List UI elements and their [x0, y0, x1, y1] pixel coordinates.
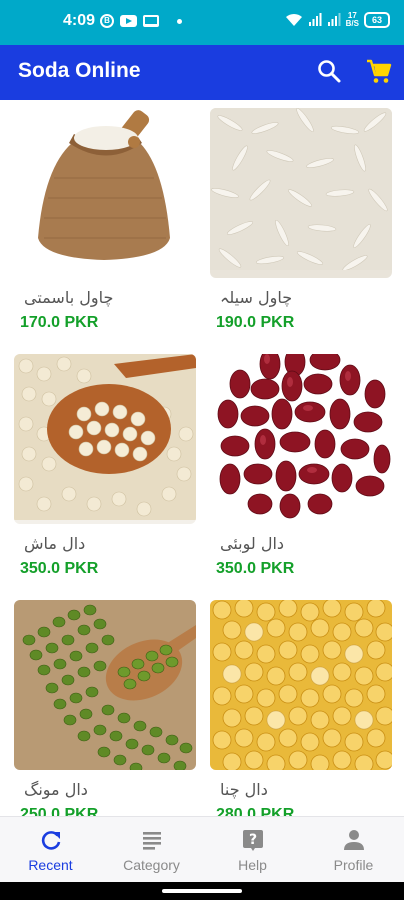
mung-beans-image: [14, 600, 196, 770]
wifi-icon: [285, 13, 302, 26]
speed-unit: B/S: [345, 19, 359, 28]
product-name: دال ماش: [24, 534, 86, 553]
product-card[interactable]: دال ماش 350.0 PKR: [14, 354, 198, 578]
app-title: Soda Online: [18, 59, 141, 82]
help-icon: ?: [242, 830, 263, 851]
product-price: 350.0 PKR: [20, 560, 99, 577]
nav-item-category[interactable]: Category: [101, 817, 202, 882]
status-left-icons: B: [100, 14, 182, 28]
list-icon: [142, 832, 161, 850]
nav-label: Recent: [28, 857, 73, 873]
youtube-icon: [120, 15, 137, 27]
bottom-navigation: Recent Category ? Help Profile: [0, 816, 404, 882]
signal-icon: [327, 13, 341, 26]
signal-icon: [308, 13, 322, 26]
long-grain-rice-image: [210, 108, 392, 278]
nav-label: Category: [123, 857, 180, 873]
system-home-bar: [0, 882, 404, 900]
status-right-icons: 17 B/S 63: [285, 12, 390, 28]
status-time: 4:09: [63, 12, 96, 29]
product-card[interactable]: دال لوبئی 350.0 PKR: [210, 354, 394, 578]
chana-dal-image: [210, 600, 392, 770]
product-name: چاول سیلہ: [220, 288, 293, 307]
home-indicator[interactable]: [162, 889, 242, 893]
product-card[interactable]: چاول باسمتی 170.0 PKR: [14, 108, 198, 332]
status-bar: 4:09 B 17 B/S 63: [0, 0, 404, 45]
product-price: 350.0 PKR: [216, 560, 295, 577]
product-price: 250.0 PKR: [20, 806, 99, 816]
rice-sack-image: [14, 108, 196, 278]
product-name: چاول باسمتی: [24, 288, 114, 307]
nav-item-profile[interactable]: Profile: [303, 817, 404, 882]
product-name: دال چنا: [220, 780, 268, 799]
nav-label: Profile: [333, 857, 374, 873]
product-price: 170.0 PKR: [20, 314, 99, 331]
nav-item-recent[interactable]: Recent: [0, 817, 101, 882]
product-card[interactable]: چاول سیلہ 190.0 PKR: [210, 108, 394, 332]
refresh-icon: [41, 831, 60, 850]
white-lentils-image: [14, 354, 196, 524]
product-card[interactable]: دال مونگ 250.0 PKR: [14, 600, 198, 816]
red-kidney-beans-image: [210, 354, 392, 524]
battery-icon: 63: [364, 12, 390, 28]
nav-item-help[interactable]: ? Help: [202, 817, 303, 882]
person-icon: [343, 830, 364, 850]
laptop-icon: [143, 15, 159, 27]
b-circle-icon: B: [100, 14, 114, 28]
product-card[interactable]: دال چنا 280.0 PKR: [210, 600, 394, 816]
nav-label: Help: [238, 857, 267, 873]
product-name: دال مونگ: [24, 780, 88, 799]
dot-icon: [177, 18, 182, 24]
app-bar: Soda Online: [0, 45, 404, 100]
search-icon[interactable]: [316, 58, 342, 84]
screen: 4:09 B 17 B/S 63 Soda Online چاول باسمتی…: [0, 0, 404, 900]
cart-icon[interactable]: [366, 59, 392, 85]
product-name: دال لوبئی: [220, 534, 285, 553]
svg-text:?: ?: [248, 832, 256, 848]
network-speed: 17 B/S: [346, 12, 359, 28]
product-grid: چاول باسمتی 170.0 PKR چاول سیلہ 190.0 PK…: [0, 100, 404, 816]
product-price: 280.0 PKR: [216, 806, 295, 816]
product-price: 190.0 PKR: [216, 314, 295, 331]
